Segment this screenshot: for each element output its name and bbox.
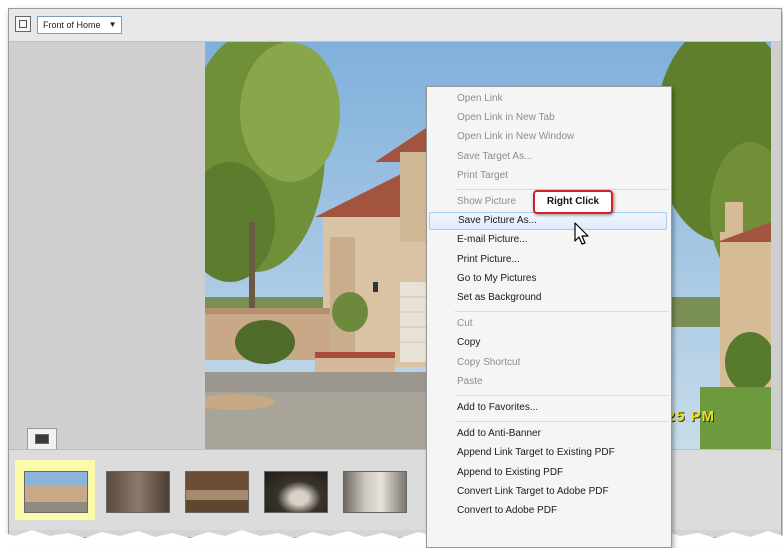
menu-item-save-target-as[interactable]: Save Target As... [429,148,667,166]
thumbnail-front-of-home[interactable] [15,460,95,520]
menu-item-add-to-favorites[interactable]: Add to Favorites... [429,399,667,417]
thumbnail-kitchen[interactable] [176,460,256,520]
menu-item-append-to-existing-pdf[interactable]: Append to Existing PDF [429,464,667,482]
menu-item-open-link-in-new-window[interactable]: Open Link in New Window [429,128,667,146]
menu-separator [455,311,669,313]
thumbnail-living-room[interactable] [97,460,177,520]
menu-separator [455,421,669,423]
menu-item-go-to-my-pictures[interactable]: Go to My Pictures [429,270,667,288]
thumbnail-image [185,471,249,513]
menu-item-convert-link-target-to-adobe-pdf[interactable]: Convert Link Target to Adobe PDF [429,483,667,501]
menu-item-add-to-anti-banner[interactable]: Add to Anti-Banner [429,425,667,443]
menu-item-append-link-target-to-existing-pdf[interactable]: Append Link Target to Existing PDF [429,444,667,462]
menu-item-save-picture-as[interactable]: Save Picture As... [429,212,667,231]
menu-item-paste[interactable]: Paste [429,373,667,391]
album-select[interactable]: Front of Home ▼ [37,16,122,34]
menu-item-print-target[interactable]: Print Target [429,167,667,185]
menu-item-copy[interactable]: Copy [429,334,667,352]
menu-item-e-mail-picture[interactable]: E-mail Picture... [429,231,667,249]
menu-item-convert-to-adobe-pdf[interactable]: Convert to Adobe PDF [429,502,667,520]
menu-item-open-link[interactable]: Open Link [429,90,667,108]
menu-separator [455,395,669,396]
arrow-cursor-icon [574,222,589,245]
menu-item-print-picture[interactable]: Print Picture... [429,251,667,269]
album-select-value: Front of Home [43,20,101,30]
menu-item-set-as-background[interactable]: Set as Background [429,289,667,307]
thumbnail-bright-room[interactable] [334,460,414,520]
thumbnail-dark-room[interactable] [255,460,335,520]
context-menu: Open Link Open Link in New Tab Open Link i… [426,86,672,548]
menu-item-open-link-in-new-tab[interactable]: Open Link in New Tab [429,109,667,127]
menu-item-copy-shortcut[interactable]: Copy Shortcut [429,354,667,372]
thumbnail-image [343,471,407,513]
thumbnail-image [24,471,88,513]
chevron-down-icon[interactable]: ▼ [109,17,117,33]
slideshow-icon[interactable] [27,428,57,450]
toolbar: Front of Home ▼ [9,9,781,42]
thumbnail-image [264,471,328,513]
menu-item-cut[interactable]: Cut [429,315,667,333]
right-click-callout: Right Click [533,190,613,214]
thumbnail-image [106,471,170,513]
photo-icon[interactable] [15,16,31,32]
